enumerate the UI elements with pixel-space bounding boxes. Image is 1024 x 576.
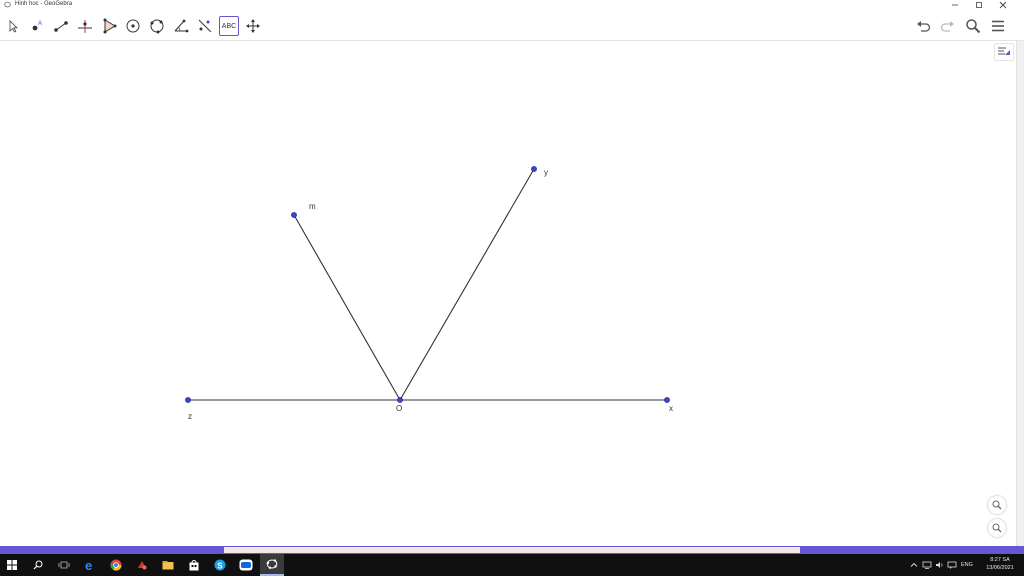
zoom-out-button[interactable]: [988, 519, 1006, 537]
geogebra-logo-icon: [4, 1, 11, 8]
zoom-in-icon: [992, 500, 1002, 510]
circle-three-points-icon: [150, 19, 164, 34]
app-red-icon: [138, 561, 147, 570]
point-z[interactable]: [185, 397, 191, 403]
segment-icon: [54, 21, 68, 32]
store-icon: [189, 560, 199, 571]
chrome-app[interactable]: [104, 554, 128, 576]
point-tool[interactable]: A: [27, 16, 47, 36]
segment-oy[interactable]: [399, 168, 535, 401]
arrow-cursor-icon: [9, 20, 18, 33]
angle-tool[interactable]: [171, 16, 191, 36]
zoom-in-button[interactable]: [988, 496, 1006, 514]
angle-icon: [174, 19, 189, 33]
skype-app[interactable]: S: [208, 554, 232, 576]
notification-message-icon[interactable]: [947, 561, 957, 569]
perpendicular-icon: [78, 20, 92, 33]
clock-date: 13/06/2021: [986, 565, 1014, 571]
main-menu-button[interactable]: [988, 16, 1008, 36]
reflect-line-icon: [198, 19, 212, 33]
side-panel-strip: [1016, 41, 1024, 546]
zalo-app[interactable]: [234, 554, 258, 576]
windows-taskbar: e S ENG 8:27 SA 13/06/2021: [0, 554, 1024, 576]
polygon-icon: [103, 18, 117, 34]
point-x[interactable]: [664, 397, 670, 403]
label-m[interactable]: m: [309, 202, 316, 211]
circle-center-point-icon: [126, 19, 140, 33]
windows-start-button[interactable]: [0, 554, 24, 576]
maximize-icon: [976, 1, 982, 8]
move-tool[interactable]: [3, 16, 23, 36]
file-explorer-app[interactable]: [156, 554, 180, 576]
polygon-tool[interactable]: [99, 16, 119, 36]
svg-text:e: e: [85, 559, 92, 571]
edge-icon: e: [85, 559, 92, 571]
maximize-button[interactable]: [968, 0, 990, 9]
segment-om[interactable]: [293, 214, 401, 401]
label-x[interactable]: x: [669, 404, 673, 413]
network-icon[interactable]: [922, 561, 932, 569]
redo-button[interactable]: [938, 16, 958, 36]
search-icon: [33, 560, 43, 570]
undo-button[interactable]: [913, 16, 933, 36]
chevron-up-icon[interactable]: [910, 561, 918, 569]
volume-icon[interactable]: [935, 561, 944, 569]
horizontal-scroll-thumb[interactable]: [224, 547, 800, 553]
window-title: Hinh hoc - GeoGebra: [15, 1, 73, 7]
title-bar: Hinh hoc - GeoGebra: [0, 0, 1024, 10]
redo-icon: [940, 21, 954, 32]
windows-start-icon: [7, 560, 17, 570]
segment-tool[interactable]: [51, 16, 71, 36]
move-graphics-view-tool[interactable]: [243, 16, 263, 36]
close-icon: [999, 1, 1007, 8]
minimize-button[interactable]: [944, 0, 966, 9]
circle-tool[interactable]: [123, 16, 143, 36]
svg-text:S: S: [217, 561, 223, 570]
text-abc-icon: ABC: [221, 22, 237, 30]
point-o[interactable]: [397, 397, 403, 403]
edge-app[interactable]: e: [78, 554, 102, 576]
style-bar-icon: [998, 47, 1010, 55]
search-icon: [966, 19, 981, 34]
point-y[interactable]: [531, 166, 537, 172]
skype-icon: S: [214, 559, 226, 571]
text-tool[interactable]: ABC: [219, 16, 239, 36]
undo-icon: [917, 21, 931, 32]
graphics-view[interactable]: z O x m y: [0, 41, 1016, 546]
zoom-out-icon: [992, 523, 1002, 533]
svg-text:A: A: [38, 21, 42, 27]
label-z[interactable]: z: [188, 412, 192, 421]
file-explorer-icon: [162, 561, 174, 570]
task-view-button[interactable]: [52, 554, 76, 576]
label-y[interactable]: y: [544, 168, 548, 177]
taskbar-clock[interactable]: 8:27 SA 13/06/2021: [980, 556, 1020, 572]
store-app[interactable]: [182, 554, 206, 576]
bottom-accent-bar: [0, 546, 1024, 554]
menu-icon: [992, 20, 1004, 32]
circle-three-points-tool[interactable]: [147, 16, 167, 36]
minimize-icon: [952, 4, 958, 5]
task-view-icon: [58, 561, 70, 569]
red-app[interactable]: [130, 554, 154, 576]
label-o[interactable]: O: [396, 404, 402, 413]
toolbar: A ABC: [0, 10, 1024, 41]
geogebra-taskbar-app[interactable]: [260, 554, 284, 576]
reflect-tool[interactable]: [195, 16, 215, 36]
move-view-icon: [246, 19, 260, 33]
geometry-canvas[interactable]: z O x m y: [0, 41, 1016, 546]
style-bar-toggle[interactable]: [994, 43, 1014, 61]
geogebra-icon: [266, 559, 278, 569]
clock-time: 8:27 SA: [990, 557, 1010, 563]
taskbar-search-button[interactable]: [26, 554, 50, 576]
language-indicator[interactable]: ENG: [961, 562, 973, 568]
system-tray: ENG: [910, 554, 973, 576]
close-button[interactable]: [992, 0, 1014, 9]
chrome-icon: [110, 559, 122, 571]
point-m[interactable]: [291, 212, 297, 218]
zalo-icon: [239, 559, 253, 571]
perpendicular-line-tool[interactable]: [75, 16, 95, 36]
geogebra-window: Hinh hoc - GeoGebra A ABC z O x m y e S …: [0, 0, 1024, 576]
search-button[interactable]: [963, 16, 983, 36]
point-icon: A: [32, 21, 42, 31]
